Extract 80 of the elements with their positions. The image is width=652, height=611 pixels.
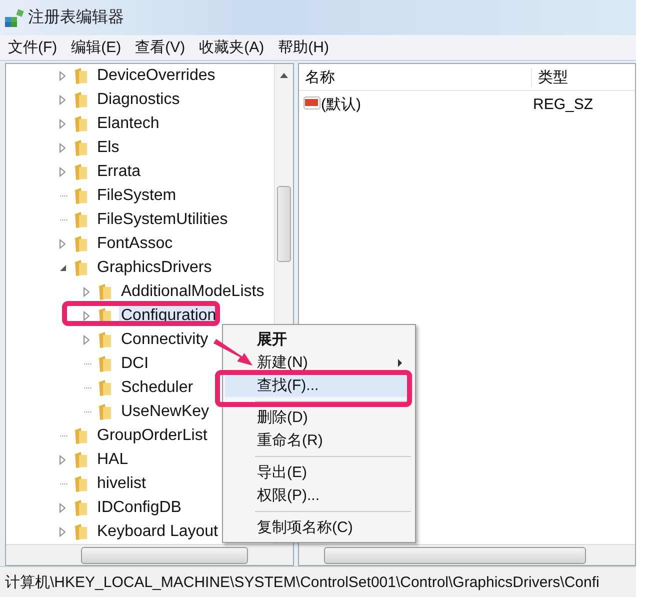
folder-icon [97,331,113,349]
folder-icon [73,235,89,253]
registry-key[interactable]: Elantech [95,114,162,134]
context-menu-item[interactable]: 复制项名称(C) [225,516,413,539]
key-path: 计算机\HKEY_LOCAL_MACHINE\SYSTEM\ControlSet001\Control\GraphicsDrivers\Confi [5,572,600,592]
registry-key[interactable]: Connectivity [119,330,210,350]
registry-key[interactable]: Scheduler [119,378,196,398]
folder-icon [73,187,89,205]
registry-key[interactable]: IDConfigDB [95,498,184,518]
registry-key[interactable]: DCI [119,354,151,374]
menu-item[interactable]: 文件(F) [8,38,58,57]
folder-icon [97,403,113,421]
registry-key[interactable]: FileSystemUtilities [95,210,230,230]
registry-key[interactable]: Keyboard Layout [95,522,220,542]
registry-key[interactable]: FileSystem [95,186,178,206]
scroll-up-arrow-icon[interactable] [280,73,288,78]
column-header[interactable]: 名称 [299,68,532,86]
collapsed-arrow-icon[interactable] [58,71,68,81]
annotation-arrow [212,339,254,367]
value-type: REG_SZ [532,96,594,112]
registry-key[interactable]: GraphicsDrivers [95,258,214,278]
collapsed-arrow-icon[interactable] [58,239,68,249]
collapsed-arrow-icon[interactable] [82,335,92,345]
folder-icon [73,499,89,517]
registry-key[interactable]: Diagnostics [95,90,182,110]
folder-icon [97,379,113,397]
scroll-thumb[interactable] [81,547,248,564]
collapsed-arrow-icon[interactable] [58,167,68,177]
context-menu-item[interactable]: 权限(P)... [225,484,413,507]
collapsed-arrow-icon[interactable] [58,95,68,105]
folder-icon [73,259,89,277]
folder-icon [73,427,89,445]
collapsed-arrow-icon[interactable] [58,503,68,513]
folder-icon [73,163,89,181]
context-menu-item[interactable]: 新建(N) [225,351,413,374]
collapsed-arrow-icon[interactable] [58,527,68,537]
scroll-thumb[interactable] [324,547,586,564]
collapsed-arrow-icon[interactable] [82,311,92,321]
value-name[interactable]: (默认) [321,94,531,114]
folder-icon [73,211,89,229]
column-header[interactable]: 类型 [532,68,568,86]
context-menu-item[interactable]: 查找(F)... [225,374,413,397]
collapsed-arrow-icon[interactable] [58,119,68,129]
menu-item[interactable]: 编辑(E) [71,38,122,57]
submenu-arrow-icon [397,358,403,366]
registry-key[interactable]: UseNewKey [119,402,212,422]
folder-icon [97,283,113,301]
menu-item[interactable]: 帮助(H) [278,38,329,57]
folder-icon [73,523,89,541]
folder-icon [97,355,113,373]
menu-item[interactable]: 收藏夹(A) [199,38,264,57]
folder-icon [73,91,89,109]
collapsed-arrow-icon[interactable] [58,455,68,465]
registry-key[interactable]: DeviceOverrides [95,66,218,86]
folder-icon [73,139,89,157]
context-menu-item[interactable]: 导出(E) [225,461,413,484]
horizontal-scrollbar[interactable] [6,544,293,565]
collapsed-arrow-icon[interactable] [58,143,68,153]
registry-key[interactable]: Els [95,138,122,158]
folder-icon [73,475,89,493]
cubes-icon [4,8,24,28]
registry-key[interactable]: GroupOrderList [95,426,210,446]
expanded-arrow-icon[interactable] [58,263,68,273]
folder-icon [73,115,89,133]
string-value-icon [303,96,321,112]
registry-key[interactable]: Errata [95,162,143,182]
folder-icon [73,451,89,469]
registry-key[interactable]: hivelist [95,474,148,494]
registry-key[interactable]: AdditionalModeLists [119,282,266,302]
collapsed-arrow-icon[interactable] [82,287,92,297]
scroll-thumb[interactable] [277,186,291,262]
horizontal-scrollbar[interactable] [299,544,635,565]
menu-item[interactable]: 查看(V) [135,38,186,57]
registry-key[interactable]: FontAssoc [95,234,175,254]
registry-key[interactable]: HAL [95,450,130,470]
context-menu-item[interactable]: 重命名(R) [225,429,413,452]
window-title: 注册表编辑器 [28,8,124,28]
context-menu-item[interactable]: 删除(D) [225,406,413,429]
folder-icon [73,67,89,85]
context-menu-item[interactable]: 展开 [225,328,413,351]
